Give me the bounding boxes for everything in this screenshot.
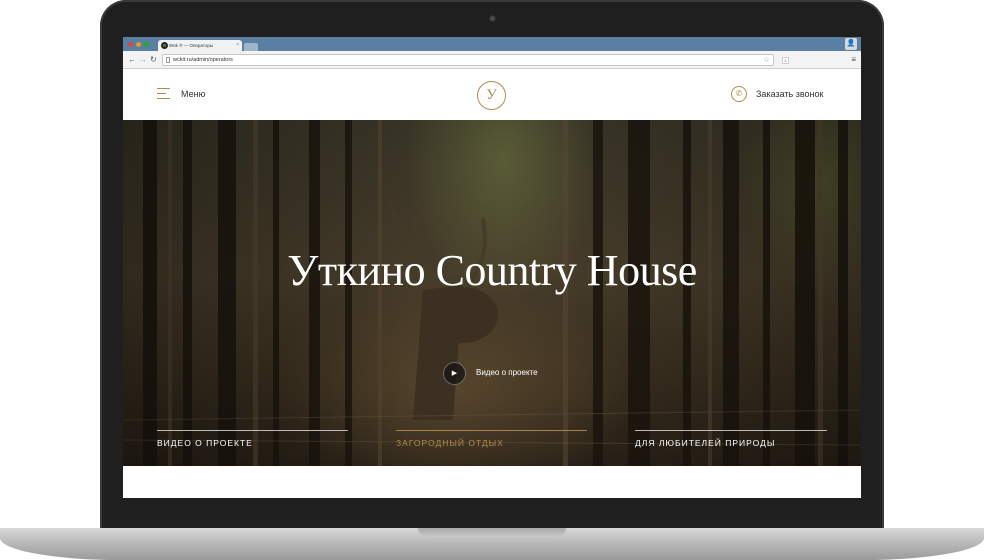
minimize-window-button[interactable] bbox=[136, 42, 141, 47]
maximize-window-button[interactable] bbox=[144, 42, 149, 47]
hero-title: Уткино Country House bbox=[287, 246, 697, 295]
site-header: Меню У ✆ Заказать звонок bbox=[123, 69, 861, 120]
browser-window: W Wok ® — Операторы × 👤 ← → ↻ wckit.ru/a… bbox=[123, 37, 861, 498]
browser-toolbar: ← → ↻ wckit.ru/admin/operators ☆ 1 ≡ bbox=[123, 51, 861, 69]
browser-tab[interactable]: W Wok ® — Операторы × bbox=[158, 40, 242, 51]
tab-close-icon[interactable]: × bbox=[236, 40, 239, 51]
page-icon bbox=[166, 57, 170, 63]
play-icon[interactable]: ▶ bbox=[443, 362, 466, 385]
browser-tabbar: W Wok ® — Операторы × 👤 bbox=[123, 37, 861, 51]
browser-menu-icon[interactable]: ≡ bbox=[851, 54, 856, 66]
hero-tab-nature-lovers[interactable]: ДЛЯ ЛЮБИТЕЛЕЙ ПРИРОДЫ bbox=[635, 430, 827, 455]
tab-title: Wok ® — Операторы bbox=[169, 43, 214, 48]
close-window-button[interactable] bbox=[128, 42, 133, 47]
phone-icon[interactable]: ✆ bbox=[731, 86, 747, 102]
menu-link[interactable]: Меню bbox=[181, 87, 205, 101]
forward-arrow-icon[interactable]: → bbox=[139, 54, 147, 66]
play-video-link[interactable]: Видео о проекте bbox=[476, 367, 538, 379]
new-tab-button[interactable] bbox=[244, 43, 258, 51]
address-bar[interactable]: wckit.ru/admin/operators ☆ bbox=[162, 54, 774, 66]
hero-tab-country-rest[interactable]: ЗАГОРОДНЫЙ ОТДЫХ bbox=[396, 430, 587, 455]
reload-icon[interactable]: ↻ bbox=[150, 54, 157, 66]
user-profile-icon[interactable]: 👤 bbox=[845, 38, 857, 50]
camera-dot bbox=[489, 15, 496, 22]
extension-icon[interactable]: 1 bbox=[782, 57, 789, 64]
site-logo[interactable]: У bbox=[477, 81, 506, 110]
hero-tab-video[interactable]: ВИДЕО О ПРОЕКТЕ bbox=[157, 430, 348, 455]
url-text: wckit.ru/admin/operators bbox=[173, 57, 233, 63]
back-arrow-icon[interactable]: ← bbox=[128, 54, 136, 66]
favicon-icon: W bbox=[161, 42, 168, 49]
callback-link[interactable]: Заказать звонок bbox=[756, 87, 823, 101]
laptop-notch bbox=[418, 528, 566, 537]
hero-banner: Уткино Country House ▶ Видео о проекте В… bbox=[123, 120, 861, 466]
bookmark-star-icon[interactable]: ☆ bbox=[763, 55, 770, 65]
hamburger-menu-icon[interactable] bbox=[157, 87, 171, 101]
